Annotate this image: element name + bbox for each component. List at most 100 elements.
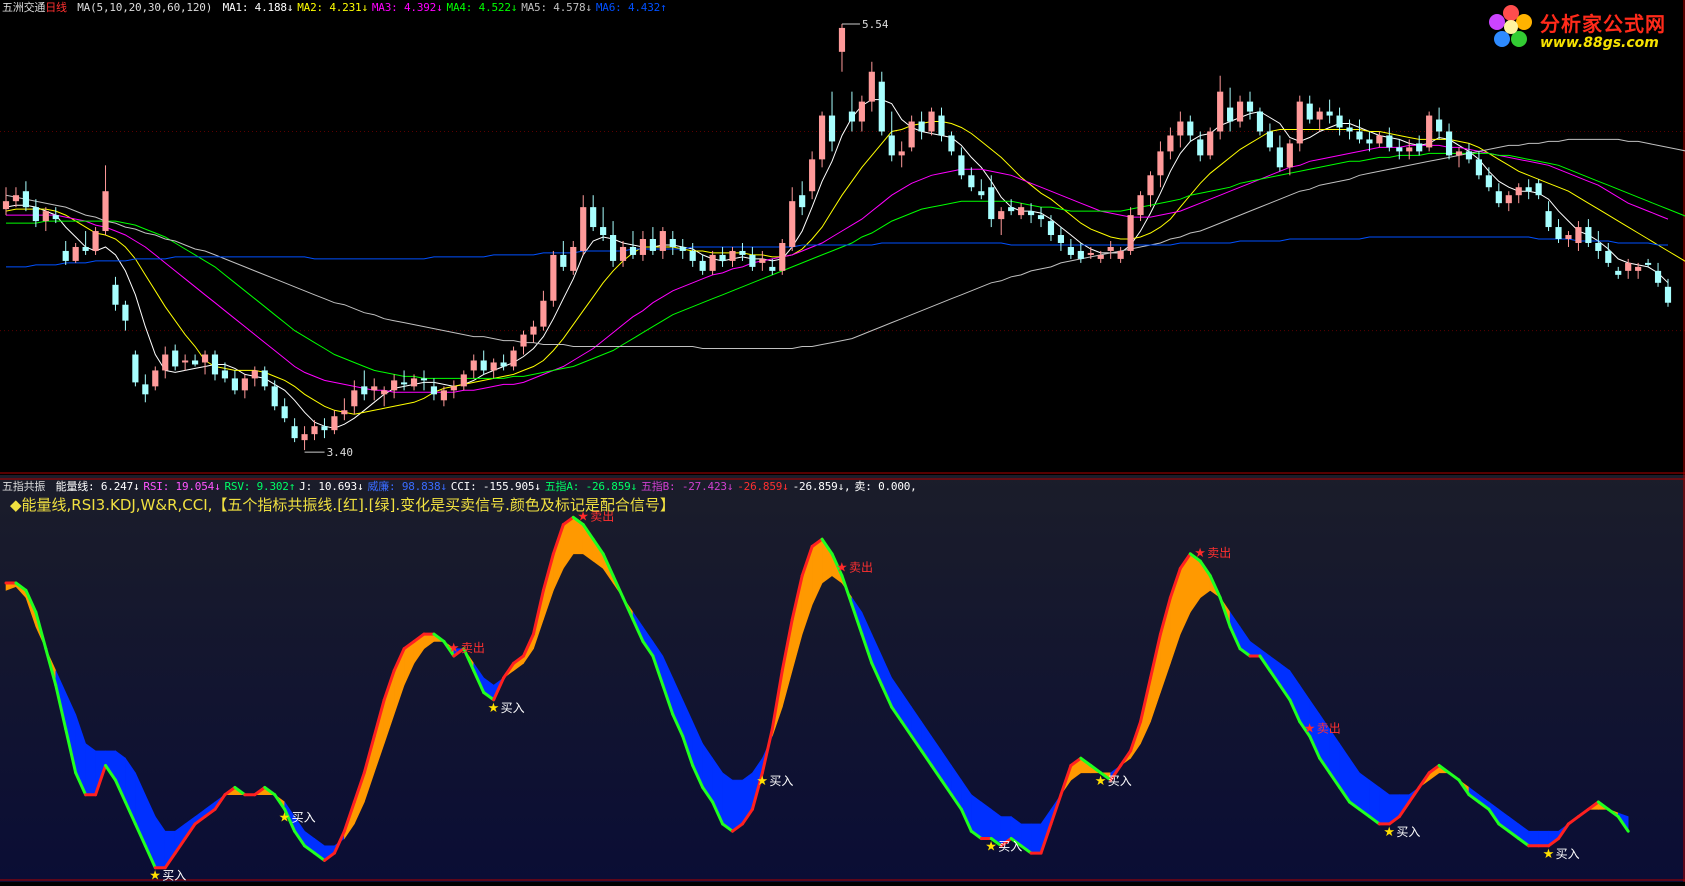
stock-name: 五洲交通 [2, 1, 46, 14]
candle-body [1037, 215, 1045, 220]
readout-0: 能量线: 6.247↓ [55, 480, 140, 493]
candle-body [769, 266, 776, 271]
candle-body [440, 390, 447, 401]
top-panel-header: 五洲交通日线 MA(5,10,20,30,60,120) MA1: 4.188↓… [2, 0, 675, 15]
buy-signal: ★ 买入 [1095, 774, 1132, 789]
candle-body [938, 115, 945, 136]
ma-params: MA(5,10,20,30,60,120) [77, 1, 213, 14]
readout-2: RSV: 9.302↑ [224, 480, 296, 493]
candle-body [560, 254, 567, 267]
candle-body [888, 135, 895, 156]
candle-body [112, 284, 119, 305]
candle [928, 107, 935, 136]
bottom-panel-header: 五指共振 能量线: 6.247↓ RSI: 19.054↓ RSV: 9.302↑ J… [2, 478, 925, 494]
star-icon: ★ [149, 869, 161, 882]
candle-body [1057, 235, 1065, 243]
chart-canvas[interactable]: ★ 买入★ 买入★ 卖出★ 买入★ 卖出★ 买入★ 卖出★ 买入★ 买入★ 卖出★ 卖出★ 买入★ 买入 … [0, 0, 1685, 884]
candle-body [1256, 111, 1264, 132]
candle-body [480, 360, 487, 371]
ma-readouts: MA1: 4.188↓ MA2: 4.231↓ MA3: 4.392↓ MA4: 4.… [223, 1, 671, 14]
candle-body [420, 378, 428, 381]
star-icon: ★ [756, 774, 768, 789]
candle-body [759, 258, 766, 263]
candle-body [809, 159, 816, 192]
star-icon: ★ [1383, 825, 1395, 840]
candle-body [918, 121, 925, 132]
candle-body [1505, 195, 1512, 204]
candle-body [1147, 175, 1154, 196]
candle-body [1346, 127, 1353, 132]
candle-body [331, 416, 338, 431]
readout-8: -26.859↓ [737, 480, 789, 493]
candle-body [1356, 131, 1363, 140]
candle-body [1575, 227, 1582, 243]
candle [550, 250, 557, 307]
candle-body [530, 326, 537, 335]
sell-label: 卖出 [849, 561, 873, 575]
candle-body [1227, 107, 1234, 122]
buy-label: 买入 [1556, 847, 1580, 861]
candle-body [82, 246, 89, 251]
candle-body [460, 374, 467, 387]
candle-body [1475, 159, 1482, 176]
logo-title: 分析家公式网 [1540, 12, 1666, 36]
candle-body [1416, 143, 1423, 152]
candle-body [281, 406, 288, 419]
buy-signal: ★ 买入 [1383, 825, 1420, 840]
resonance-fill-segment [1030, 823, 1042, 854]
candle-body [550, 254, 557, 301]
readout-5: MA6: 4.432↑ [595, 1, 667, 14]
candle-body [42, 211, 49, 222]
sell-label: 卖出 [1317, 721, 1341, 735]
readout-4: MA5: 4.578↓ [521, 1, 592, 14]
candle-body [868, 71, 875, 102]
candle [818, 111, 826, 168]
resonance-fill-segment [722, 772, 733, 832]
candle-body [838, 27, 846, 52]
candle-body [321, 426, 328, 431]
candle-body [1316, 111, 1323, 120]
candle-body [709, 254, 716, 271]
candle-body [600, 227, 607, 236]
candle-body [92, 231, 99, 251]
candle-body [1545, 211, 1552, 228]
readout-3: MA4: 4.522↓ [446, 1, 518, 14]
readout-4: 威廉: 98.838↓ [367, 480, 447, 493]
candle [1207, 127, 1214, 160]
candle-body [1217, 91, 1224, 132]
candle-body [1445, 131, 1453, 156]
period-label[interactable]: 日线 [45, 1, 67, 14]
high-marker-label: 5.54 [862, 18, 889, 31]
candle-body [251, 370, 258, 379]
candle-body [1535, 183, 1542, 196]
candle-body [1654, 270, 1662, 283]
candle-body [52, 215, 59, 220]
candle-body [1625, 262, 1632, 271]
candle [1256, 107, 1264, 136]
candle-body [858, 101, 865, 122]
buy-signal: ★ 买入 [149, 869, 186, 884]
buy-label: 买入 [162, 869, 186, 882]
buy-signal: ★ 买入 [985, 840, 1022, 855]
candle-body [231, 378, 238, 391]
candle-body [1525, 187, 1532, 192]
candle-body [818, 115, 826, 160]
candle-body [1067, 246, 1074, 255]
candle-body [371, 386, 378, 391]
candle-body [878, 81, 885, 132]
candle-body [1296, 101, 1303, 144]
candle-body [1027, 211, 1035, 216]
candle-body [540, 300, 547, 327]
buy-signal: ★ 买入 [1543, 847, 1580, 862]
candle-body [1386, 135, 1393, 148]
candle-body [430, 386, 438, 395]
sell-signal: ★ 卖出 [1194, 546, 1231, 561]
indicator-name: 五指共振 [2, 480, 46, 493]
buy-label: 买入 [1396, 825, 1420, 839]
candle-body [142, 384, 149, 395]
candle-body [1008, 207, 1015, 212]
candle-body [211, 354, 219, 375]
candle-body [221, 370, 229, 379]
candle-body [102, 191, 109, 232]
candle-body [789, 201, 796, 247]
